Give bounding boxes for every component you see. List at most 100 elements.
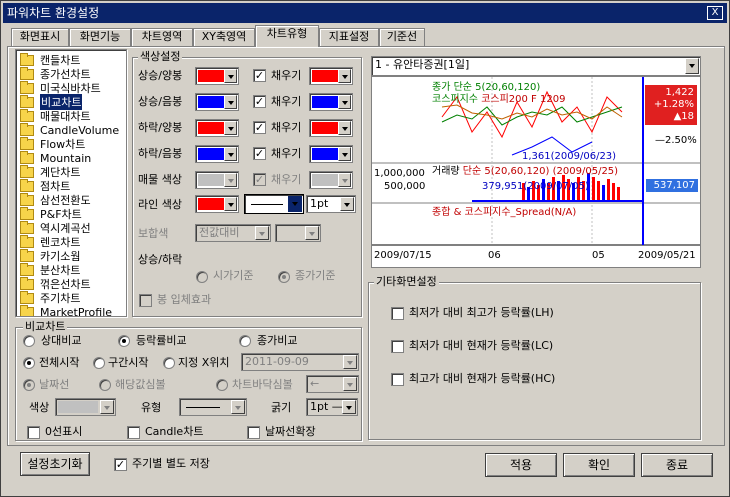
date-line-radio[interactable] [23,379,35,391]
folder-icon [20,66,34,80]
ok-button[interactable]: 확인 [563,453,635,477]
tab-chart-area[interactable]: 차트영역 [131,28,193,46]
volume-axis-500k: 500,000 [384,181,426,192]
close-compare-radio[interactable] [239,335,251,347]
open-basis-radio[interactable] [196,271,208,283]
list-item-selected[interactable]: 비교차트 [20,94,83,110]
zero-line-checkbox[interactable] [27,426,40,439]
date-extend-checkbox[interactable] [247,426,260,439]
list-item[interactable]: 점차트 [20,178,70,193]
date-select[interactable]: 2011-09-09 [241,353,359,371]
range-start-radio[interactable] [93,357,105,369]
close-basis-label: 종가기준 [295,269,336,282]
save-per-period-checkbox[interactable]: ✓ [114,458,127,471]
dropdown-arrow-icon [305,226,319,240]
fill-checkbox[interactable]: ✓ [253,147,266,160]
dropdown-arrow-icon [255,226,269,240]
lc-checkbox[interactable] [391,340,404,353]
combined-basis-select[interactable]: 전값대비 [195,224,271,242]
list-item[interactable]: 매물대차트 [20,108,91,123]
up-bull-fill-color-picker[interactable] [309,67,353,85]
rate-compare-radio[interactable] [118,335,130,347]
close-basis-radio[interactable] [278,271,290,283]
close-button[interactable]: 종료 [641,453,713,477]
list-item[interactable]: 렌코차트 [20,234,80,249]
down-bear-fill-color-picker[interactable] [309,145,353,163]
list-item[interactable]: 캔들차트 [20,52,80,67]
compare-width-select[interactable]: 1pt — [306,398,358,416]
apply-button[interactable]: 적용 [485,453,557,477]
dropdown-arrow-icon [340,197,354,211]
list-item[interactable]: 종가선차트 [20,66,91,81]
color-swatch [58,401,98,413]
fixed-x-radio[interactable] [163,357,175,369]
folder-icon [20,108,34,122]
reset-button[interactable]: 설정초기화 [20,452,90,476]
color-swatch [312,96,339,108]
chart-type-list[interactable]: 캔들차트 종가선차트 미국식바차트 비교차트 매물대차트 CandleVolum… [15,49,127,317]
fill-label: 채우기 [271,69,302,82]
list-item[interactable]: CandleVolume [20,122,119,137]
list-item[interactable]: 카기소웜 [20,248,80,263]
list-item[interactable]: 계단차트 [20,164,80,179]
list-item[interactable]: 역시계곡선 [20,220,91,235]
line-color-picker[interactable] [195,195,239,213]
fill-checkbox[interactable]: ✓ [253,69,266,82]
value-symbol-radio[interactable] [99,379,111,391]
down-bull-fill-color-picker[interactable] [309,119,353,137]
preview-symbol-select[interactable]: 1 - 유안타증권[1일] [371,56,701,76]
volume-tag: 537,107 [646,179,698,192]
bottom-symbol-radio[interactable] [216,379,228,391]
volume-fill-color-picker[interactable] [309,171,353,189]
line-style-sample [251,204,283,205]
symbol-select[interactable]: ← [306,375,359,393]
list-item[interactable]: 주기차트 [20,290,80,305]
down-bull-color-picker[interactable] [195,119,239,137]
list-item[interactable]: MarketProfile [20,304,112,316]
lh-label: 최저가 대비 최고가 등락률(LH) [409,306,554,319]
close-window-button[interactable]: X [707,6,723,20]
compare-width-label: 굵기 [271,401,292,414]
tab-screen-display[interactable]: 화면표시 [11,28,69,46]
fill-checkbox[interactable]: ✓ [253,121,266,134]
candle-chart-checkbox[interactable] [127,426,140,439]
list-item[interactable]: Mountain [20,150,91,165]
tab-indicator[interactable]: 지표설정 [319,28,379,46]
list-item[interactable]: Flow차트 [20,136,85,151]
color-swatch [198,198,225,210]
compare-type-select[interactable] [179,398,247,416]
fill-checkbox[interactable]: ✓ [253,173,266,186]
compare-color-select[interactable] [55,398,116,416]
tab-chart-type[interactable]: 차트유형 [255,25,319,47]
list-item[interactable]: 분산차트 [20,262,80,277]
list-item[interactable]: 꺾은선차트 [20,276,91,291]
dropdown-arrow-icon [343,377,357,391]
line-style-select[interactable] [244,194,304,214]
folder-icon [20,276,34,290]
fill-checkbox[interactable]: ✓ [253,95,266,108]
down-bear-color-picker[interactable] [195,145,239,163]
dropdown-arrow-icon [224,173,237,187]
up-bull-color-picker[interactable] [195,67,239,85]
list-item[interactable]: 삼선전환도 [20,192,91,207]
tab-screen-function[interactable]: 화면기능 [69,28,131,46]
volume-bar [602,185,605,201]
volume-color-picker[interactable] [195,171,239,189]
relative-compare-radio[interactable] [23,335,35,347]
solid-effect-checkbox[interactable] [139,294,152,307]
tab-xy-axis[interactable]: XY축영역 [193,28,255,46]
folder-icon [20,304,34,316]
list-item[interactable]: P&F차트 [20,206,82,221]
tab-baseline[interactable]: 기준선 [379,28,425,46]
list-item[interactable]: 미국식바차트 [20,80,101,95]
percent-label: —2.50% [655,135,697,146]
up-bear-fill-color-picker[interactable] [309,93,353,111]
hc-checkbox[interactable] [391,373,404,386]
dropdown-arrow-icon [288,196,302,212]
up-bear-color-picker[interactable] [195,93,239,111]
lh-checkbox[interactable] [391,307,404,320]
combined-color-select[interactable] [275,224,321,242]
line-width-select[interactable]: 1pt [306,195,356,213]
folder-icon [20,262,34,276]
all-start-radio[interactable] [23,357,35,369]
